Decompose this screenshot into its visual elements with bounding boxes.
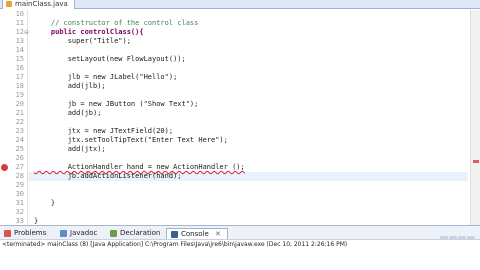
code-line: jtx = new JTextField(20); [34, 127, 174, 135]
line-number: 31 [15, 199, 24, 207]
line-number: 16 [15, 64, 24, 72]
code-line: jtx.setToolTipText("Enter Text Here"); [34, 136, 228, 144]
code-line: add(jb); [34, 109, 102, 117]
code-line: super("Title"); [34, 37, 131, 45]
code-area[interactable]: // constructor of the control class publ… [28, 10, 468, 225]
tab-label: Problems [14, 229, 47, 237]
editor-tab[interactable]: mainClass.java [2, 0, 75, 9]
error-overview-marker[interactable] [473, 160, 479, 163]
line-number: 18 [15, 82, 24, 90]
close-icon[interactable]: ✕ [215, 230, 221, 238]
tab-declaration[interactable]: Declaration [110, 228, 160, 239]
editor-vertical-scrollbar[interactable] [470, 10, 480, 225]
line-number: 22 [15, 118, 24, 126]
line-number: 12 [15, 28, 24, 36]
editor-tab-label: mainClass.java [15, 0, 68, 8]
tab-javadoc[interactable]: Javadoc [60, 228, 97, 239]
console-toolbar [440, 229, 476, 244]
bottom-view-tabs: Problems Javadoc Declaration Console ✕ [0, 225, 480, 244]
line-number: 11 [15, 19, 24, 27]
console-status-line: <terminated> mainClass (8) [Java Applica… [2, 241, 348, 248]
line-number-gutter: 10 11 12 ⊖ 13 14 15 16 17 18 19 20 21 22… [0, 10, 29, 225]
line-number: 19 [15, 91, 24, 99]
code-line-current: jb.addActionListener(hand); [34, 172, 182, 180]
line-number: 23 [15, 127, 24, 135]
tab-problems[interactable]: Problems [4, 228, 46, 239]
line-number: 30 [15, 190, 24, 198]
line-number: 29 [15, 181, 24, 189]
console-output[interactable]: <terminated> mainClass (8) [Java Applica… [0, 240, 480, 270]
line-number: 28 [15, 172, 24, 180]
code-line: jb = new JButton ("Show Text"); [34, 100, 199, 108]
line-number: 26 [15, 154, 24, 162]
code-line: public controlClass(){ [34, 28, 144, 36]
code-line: setLayout(new FlowLayout()); [34, 55, 186, 63]
line-number: 13 [15, 37, 24, 45]
code-line: } [34, 199, 56, 207]
line-number: 24 [15, 136, 24, 144]
java-file-icon [6, 1, 12, 7]
editor-tab-bar: mainClass.java [0, 0, 480, 9]
line-number: 14 [15, 46, 24, 54]
line-number: 10 [15, 10, 24, 18]
tab-console[interactable]: Console ✕ [166, 228, 228, 239]
line-number: 20 [15, 100, 24, 108]
tab-label: Javadoc [70, 229, 98, 237]
code-line-comment: // constructor of the control class [34, 19, 199, 27]
code-line: add(jtx); [34, 145, 106, 153]
javadoc-icon [60, 230, 67, 237]
declaration-icon [110, 230, 117, 237]
line-number: 32 [15, 208, 24, 216]
problems-icon [4, 230, 11, 237]
code-line: jlb = new JLabel("Hello"); [34, 73, 178, 81]
line-number: 25 [15, 145, 24, 153]
code-line-error: ActionHandler hand = new ActionHandler (… [34, 163, 245, 171]
error-marker-icon[interactable] [1, 164, 8, 171]
code-line: add(jlb); [34, 82, 106, 90]
code-editor[interactable]: 10 11 12 ⊖ 13 14 15 16 17 18 19 20 21 22… [0, 10, 480, 225]
tab-label: Console [181, 230, 209, 238]
tab-label: Declaration [120, 229, 161, 237]
console-icon [171, 231, 178, 238]
line-number: 21 [15, 109, 24, 117]
line-number: 17 [15, 73, 24, 81]
line-number: 15 [15, 55, 24, 63]
